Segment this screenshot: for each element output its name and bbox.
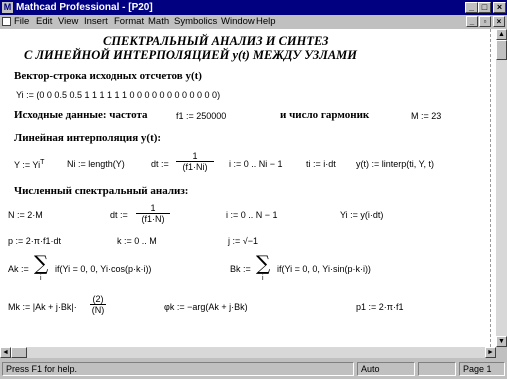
worksheet[interactable]: СПЕКТРАЛЬНЫЙ АНАЛИЗ И СИНТЕЗ С ЛИНЕЙНОЙ … <box>0 29 496 347</box>
bk-label[interactable]: Bk := <box>230 264 251 274</box>
section-input-label: Исходные данные: частота <box>14 109 148 121</box>
status-bar: Press F1 for help. Auto Page 1 <box>0 358 507 379</box>
scrollbar-corner <box>496 347 507 358</box>
menu-insert[interactable]: Insert <box>84 16 108 28</box>
harmonics-label: и число гармоник <box>280 109 370 121</box>
ak-label[interactable]: Ak := <box>8 264 29 274</box>
heading-line-1: СПЕКТРАЛЬНЫЙ АНАЛИЗ И СИНТЕЗ <box>103 34 329 48</box>
document-icon[interactable] <box>2 17 11 26</box>
scroll-up-arrow-icon[interactable]: ▲ <box>496 29 507 40</box>
menu-edit[interactable]: Edit <box>36 16 52 28</box>
dt-numeric-label[interactable]: dt := <box>110 210 128 220</box>
menu-view[interactable]: View <box>58 16 78 28</box>
ak-sum-index: i <box>40 275 42 282</box>
horizontal-scrollbar[interactable]: ◄ ► <box>0 347 496 358</box>
dt-numeric-denominator: (f1·N) <box>136 213 170 224</box>
menu-math[interactable]: Math <box>148 16 169 28</box>
menu-window[interactable]: Window <box>221 16 255 28</box>
dt-interp-fraction: 1 (f1·Ni) <box>176 151 214 172</box>
doc-minimize-button[interactable]: _ <box>466 16 478 27</box>
status-calc-mode: Auto <box>357 362 415 376</box>
menu-file[interactable]: File <box>14 16 29 28</box>
ak-summand[interactable]: if(Yi = 0, 0, Yi·cos(p·k·i)) <box>55 264 151 274</box>
status-empty-pane <box>418 362 456 376</box>
title-bar: M Mathcad Professional - [P20] _ □ × <box>0 0 507 15</box>
phi-definition[interactable]: φk := −arg(Ak + j·Bk) <box>164 302 248 312</box>
status-page: Page 1 <box>459 362 505 376</box>
scroll-down-arrow-icon[interactable]: ▼ <box>496 336 507 347</box>
menu-help[interactable]: Help <box>256 16 276 28</box>
frequency-definition[interactable]: f1 := 250000 <box>176 111 226 121</box>
dt-numeric-numerator: 1 <box>150 203 156 213</box>
window-title: Mathcad Professional - [P20] <box>16 2 153 13</box>
y-transpose-expr: Y := Yi <box>14 160 41 170</box>
p1-definition[interactable]: p1 := 2·π·f1 <box>356 302 403 312</box>
y-transpose-definition[interactable]: Y := YiT <box>14 159 44 170</box>
transpose-mark: T <box>40 159 45 166</box>
page-boundary <box>490 29 492 347</box>
horizontal-scroll-thumb[interactable] <box>11 347 27 358</box>
mk-denominator: (N) <box>90 304 106 315</box>
section-interpolation-label: Линейная интерполяция y(t): <box>14 132 162 144</box>
status-help-text: Press F1 for help. <box>2 362 354 376</box>
mk-fraction: (2) (N) <box>90 294 106 315</box>
scroll-left-arrow-icon[interactable]: ◄ <box>0 347 11 358</box>
n-definition[interactable]: N := 2·M <box>8 210 43 220</box>
mk-definition[interactable]: Mk := |Ak + j·Bk|· <box>8 302 77 312</box>
menu-bar: File Edit View Insert Format Math Symbol… <box>0 15 507 29</box>
minimize-button[interactable]: _ <box>465 2 478 13</box>
dt-interp-numerator: 1 <box>192 151 198 161</box>
bk-summand[interactable]: if(Yi = 0, 0, Yi·sin(p·k·i)) <box>277 264 371 274</box>
i-range-interp[interactable]: i := 0 .. Ni − 1 <box>229 159 283 169</box>
scroll-right-arrow-icon[interactable]: ► <box>485 347 496 358</box>
heading-line-2: С ЛИНЕЙНОЙ ИНТЕРПОЛЯЦИЕЙ y(t) МЕЖДУ УЗЛА… <box>24 48 358 62</box>
ni-length-definition[interactable]: Ni := length(Y) <box>67 159 125 169</box>
dt-interp-denominator: (f1·Ni) <box>176 161 214 172</box>
bk-sum-index: i <box>262 275 264 282</box>
vertical-scroll-thumb[interactable] <box>496 40 507 60</box>
linterp-definition[interactable]: y(t) := linterp(ti, Y, t) <box>356 159 434 169</box>
dt-numeric-fraction: 1 (f1·N) <box>136 203 170 224</box>
j-definition[interactable]: j := √−1 <box>228 236 258 246</box>
k-range-definition[interactable]: k := 0 .. M <box>117 236 157 246</box>
i-range-numeric[interactable]: i := 0 .. N − 1 <box>226 210 278 220</box>
ak-sum-symbol: ∑ <box>34 251 49 275</box>
y-vector-definition[interactable]: Yi := (0 0 0.5 0.5 1 1 1 1 1 1 0 0 0 0 0… <box>16 90 220 100</box>
vertical-scrollbar[interactable]: ▲ ▼ <box>496 29 507 347</box>
mathcad-app-icon[interactable]: M <box>2 2 13 13</box>
menu-format[interactable]: Format <box>114 16 144 28</box>
yi-sample-definition[interactable]: Yi := y(i·dt) <box>340 210 383 220</box>
menu-symbolics[interactable]: Symbolics <box>174 16 217 28</box>
doc-restore-button[interactable]: ▫ <box>479 16 491 27</box>
section-numeric-label: Численный спектральный анализ: <box>14 185 189 197</box>
p-definition[interactable]: p := 2·π·f1·dt <box>8 236 61 246</box>
close-button[interactable]: × <box>493 2 506 13</box>
ti-definition[interactable]: ti := i·dt <box>306 159 336 169</box>
harmonics-count-definition[interactable]: M := 23 <box>411 111 441 121</box>
bk-sum-symbol: ∑ <box>256 251 271 275</box>
maximize-button[interactable]: □ <box>478 2 491 13</box>
section-vector-label: Вектор-строка исходных отсчетов y(t) <box>14 70 202 82</box>
mk-numerator: (2) <box>92 294 104 304</box>
dt-interp-label[interactable]: dt := <box>151 159 169 169</box>
doc-close-button[interactable]: × <box>493 16 505 27</box>
